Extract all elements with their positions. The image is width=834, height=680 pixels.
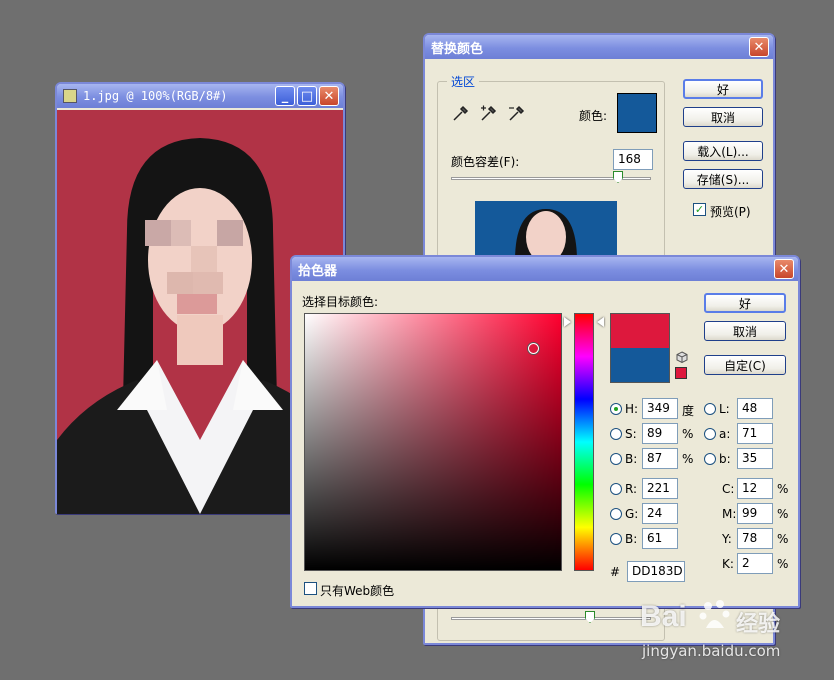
green-label: G: (625, 507, 639, 521)
saturation-label: S: (625, 427, 637, 441)
green-radio[interactable] (610, 508, 622, 520)
baidu-paw-icon (699, 600, 730, 628)
target-color-label: 选择目标颜色: (302, 295, 379, 309)
hue-arrow-left[interactable] (564, 317, 571, 327)
load-button[interactable]: 载入(L)... (683, 141, 763, 161)
color-label: 颜色: (579, 109, 608, 123)
new-color-swatch (610, 313, 670, 348)
cancel-button[interactable]: 取消 (683, 107, 763, 127)
lower-slider-track[interactable] (451, 617, 651, 620)
replace-color-titlebar[interactable]: 替换颜色 ✕ (425, 35, 773, 59)
watermark-brand-suffix: 经验 (736, 612, 781, 637)
ok-button[interactable]: 好 (704, 293, 786, 313)
web-safe-warning-swatch[interactable] (675, 367, 687, 379)
custom-colors-button[interactable]: 自定(C) (704, 355, 786, 375)
tolerance-label: 颜色容差(F): (451, 155, 520, 169)
hue-label: H: (625, 402, 639, 416)
saturation-brightness-field[interactable] (304, 313, 562, 571)
lab-b-input[interactable]: 35 (737, 448, 773, 469)
baidu-watermark: Bai 经验 jingyan.baidu.com (640, 592, 820, 672)
preview-checkbox[interactable]: ✓ (693, 203, 706, 216)
selection-color-swatch[interactable] (617, 93, 657, 133)
tolerance-input[interactable]: 168 (613, 149, 653, 170)
hue-unit: 度 (682, 404, 695, 418)
hue-radio[interactable] (610, 403, 622, 415)
red-radio[interactable] (610, 483, 622, 495)
hex-input[interactable]: DD183D (627, 561, 685, 582)
yellow-label: Y: (722, 532, 732, 546)
brightness-unit: % (682, 452, 694, 466)
lab-b-label: b: (719, 452, 731, 466)
brightness-label: B: (625, 452, 638, 466)
blue-radio[interactable] (610, 533, 622, 545)
eyedropper-minus-icon[interactable] (507, 105, 525, 123)
web-only-label: 只有Web颜色 (320, 584, 395, 598)
minimize-button[interactable]: _ (275, 86, 295, 106)
black-input[interactable]: 2 (737, 553, 773, 574)
saturation-unit: % (682, 427, 694, 441)
eyedropper-icon[interactable] (451, 105, 469, 123)
close-button[interactable]: ✕ (319, 86, 339, 106)
magenta-unit: % (777, 507, 789, 521)
ok-button[interactable]: 好 (683, 79, 763, 99)
color-picker-dialog: 拾色器 ✕ 选择目标颜色: 好 取消 自定(C) H: 349 度 S: 89 … (290, 255, 800, 608)
lab-a-label: a: (719, 427, 731, 441)
cancel-button[interactable]: 取消 (704, 321, 786, 341)
save-button[interactable]: 存储(S)... (683, 169, 763, 189)
lab-l-radio[interactable] (704, 403, 716, 415)
blue-input[interactable]: 61 (642, 528, 678, 549)
cyan-unit: % (777, 482, 789, 496)
magenta-label: M: (722, 507, 737, 521)
brightness-radio[interactable] (610, 453, 622, 465)
watermark-url: jingyan.baidu.com (642, 642, 781, 660)
close-button[interactable]: ✕ (774, 259, 794, 279)
lab-b-radio[interactable] (704, 453, 716, 465)
image-window-titlebar[interactable]: 1.jpg @ 100%(RGB/8#) _ □ ✕ (57, 84, 343, 108)
black-unit: % (777, 557, 789, 571)
document-icon (63, 89, 77, 103)
brightness-input[interactable]: 87 (642, 448, 678, 469)
red-label: R: (625, 482, 638, 496)
saturation-radio[interactable] (610, 428, 622, 440)
web-only-checkbox[interactable] (304, 582, 317, 595)
yellow-unit: % (777, 532, 789, 546)
cyan-input[interactable]: 12 (737, 478, 773, 499)
selection-group-label: 选区 (447, 73, 480, 90)
black-label: K: (722, 557, 734, 571)
red-input[interactable]: 221 (642, 478, 678, 499)
maximize-button[interactable]: □ (297, 86, 317, 106)
saturation-input[interactable]: 89 (642, 423, 678, 444)
lab-a-input[interactable]: 71 (737, 423, 773, 444)
lab-l-label: L: (719, 402, 730, 416)
selection-preview (475, 201, 617, 261)
cyan-label: C: (722, 482, 735, 496)
watermark-brand: Bai (640, 600, 687, 633)
old-color-swatch[interactable] (610, 348, 670, 383)
magenta-input[interactable]: 99 (737, 503, 773, 524)
blue-label: B: (625, 532, 638, 546)
eyedropper-plus-icon[interactable] (479, 105, 497, 123)
hue-input[interactable]: 349 (642, 398, 678, 419)
replace-color-title: 替换颜色 (431, 41, 484, 57)
color-picker-titlebar[interactable]: 拾色器 ✕ (292, 257, 798, 281)
image-window-title: 1.jpg @ 100%(RGB/8#) (83, 89, 228, 103)
lab-l-input[interactable]: 48 (737, 398, 773, 419)
green-input[interactable]: 24 (642, 503, 678, 524)
color-picker-title: 拾色器 (298, 263, 338, 279)
preview-label: 预览(P) (710, 205, 751, 219)
yellow-input[interactable]: 78 (737, 528, 773, 549)
hue-slider[interactable] (574, 313, 594, 571)
out-of-gamut-cube-icon[interactable] (676, 351, 688, 363)
hex-hash-label: # (610, 565, 621, 579)
lab-a-radio[interactable] (704, 428, 716, 440)
color-cursor[interactable] (528, 343, 539, 354)
hue-arrow-right[interactable] (597, 317, 604, 327)
close-button[interactable]: ✕ (749, 37, 769, 57)
